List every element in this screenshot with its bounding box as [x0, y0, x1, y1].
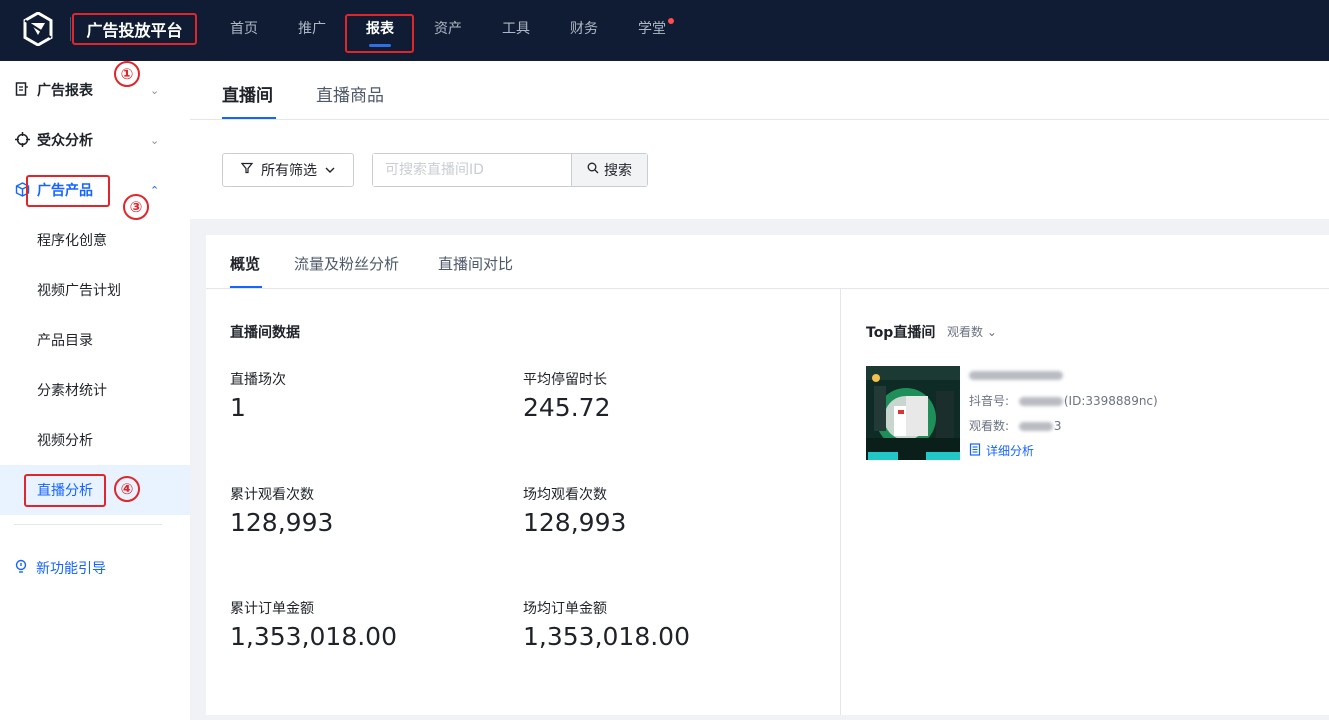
top-navigation-bar: 广告投放平台 首页 推广 报表 资产 工具 财务 学堂 [0, 0, 1329, 61]
nav-promotion[interactable]: 推广 [298, 19, 326, 39]
chevron-down-icon [325, 162, 335, 178]
search-bar: 搜索 [372, 153, 648, 187]
document-icon [969, 442, 981, 459]
sidebar-group-ad-reports[interactable]: 广告报表 ⌄ [0, 75, 190, 105]
sidebar: 广告报表 ⌄ 受众分析 ⌄ 广告产品 ⌃ 程序化创意 视频广告计划 产品目录 分… [0, 61, 190, 720]
sort-dropdown[interactable]: 观看数 ⌄ [947, 323, 997, 340]
platform-logo-icon[interactable] [22, 12, 54, 46]
chevron-up-icon: ⌃ [150, 183, 160, 197]
tab-live-room[interactable]: 直播间 [222, 81, 273, 106]
filter-icon [240, 162, 254, 178]
metric-value: 1,353,018.00 [523, 622, 690, 651]
sidebar-group-audience[interactable]: 受众分析 ⌄ [0, 125, 190, 155]
metric-label: 累计观看次数 [230, 487, 314, 503]
nav-finance[interactable]: 财务 [570, 19, 598, 39]
live-room-thumbnail[interactable] [866, 366, 960, 460]
detail-analysis-link[interactable]: 详细分析 [969, 442, 1034, 459]
sidebar-item-programmatic-creative[interactable]: 程序化创意 [0, 215, 190, 265]
tab-overview[interactable]: 概览 [230, 253, 260, 274]
annotation-box-ad-products [26, 175, 110, 207]
metric-label: 直播场次 [230, 372, 286, 388]
metric-label: 累计订单金额 [230, 601, 314, 617]
search-button-label: 搜索 [604, 163, 632, 179]
tab-room-compare[interactable]: 直播间对比 [438, 253, 513, 274]
crosshair-icon [14, 132, 30, 148]
card-divider [206, 288, 1329, 289]
sidebar-item-video-analysis[interactable]: 视频分析 [0, 415, 190, 465]
chevron-down-icon: ⌄ [150, 133, 160, 147]
new-feature-guide-link[interactable]: 新功能引导 [14, 558, 106, 578]
sidebar-item-video-ad-plan[interactable]: 视频广告计划 [0, 265, 190, 315]
metric-value: 128,993 [523, 508, 627, 537]
sidebar-divider [14, 524, 162, 525]
report-icon [14, 82, 30, 98]
sidebar-item-material-stats[interactable]: 分素材统计 [0, 365, 190, 415]
sidebar-item-product-catalog[interactable]: 产品目录 [0, 315, 190, 365]
douyin-id-line: 抖音号: (ID:3398889nc) [969, 392, 1158, 409]
nav-academy[interactable]: 学堂 [638, 19, 666, 39]
search-icon [587, 162, 599, 178]
nav-tools[interactable]: 工具 [502, 19, 530, 39]
live-overview-card: 概览 流量及粉丝分析 直播间对比 直播间数据 直播场次 1 平均停留时长 245… [206, 235, 1329, 715]
guide-label: 新功能引导 [36, 561, 106, 577]
douyin-id-value: (ID:3398889nc) [1063, 394, 1158, 408]
platform-title[interactable]: 广告投放平台 [72, 13, 197, 45]
sidebar-group-label: 广告报表 [37, 83, 93, 99]
metric-label: 场均观看次数 [523, 487, 607, 503]
annotation-marker-1: ① [114, 61, 140, 87]
view-count-label: 观看数: [969, 419, 1010, 433]
notification-dot [668, 18, 674, 24]
chevron-down-icon: ⌄ [150, 83, 160, 97]
metric-value: 1,353,018.00 [230, 622, 397, 651]
filter-label: 所有筛选 [261, 163, 317, 179]
nav-assets[interactable]: 资产 [434, 19, 462, 39]
all-filters-button[interactable]: 所有筛选 [222, 153, 354, 187]
search-input[interactable] [373, 154, 571, 186]
annotation-box-reports [345, 14, 414, 53]
live-room-name [969, 368, 1063, 383]
annotation-box-live-analysis [24, 474, 106, 507]
tab-traffic-fans[interactable]: 流量及粉丝分析 [294, 253, 399, 274]
search-button[interactable]: 搜索 [571, 154, 647, 186]
metric-value: 1 [230, 393, 246, 422]
view-count-line: 观看数: 3 [969, 417, 1062, 434]
view-count-value: 3 [1053, 419, 1062, 433]
douyin-id-label: 抖音号: [969, 394, 1010, 408]
brand-divider [70, 17, 71, 41]
metric-label: 场均订单金额 [523, 601, 607, 617]
panel-divider [840, 289, 841, 715]
annotation-marker-4: ④ [114, 476, 140, 502]
nav-home[interactable]: 首页 [230, 19, 258, 39]
page-header: 直播间 直播商品 所有筛选 搜索 [190, 61, 1329, 219]
chevron-down-icon: ⌄ [986, 325, 997, 339]
sort-label: 观看数 [947, 325, 984, 339]
detail-link-label: 详细分析 [986, 444, 1035, 458]
tab-live-products[interactable]: 直播商品 [316, 81, 384, 106]
top-live-room-title: Top直播间 [866, 325, 936, 341]
lightbulb-icon [14, 559, 30, 578]
section-title: 直播间数据 [230, 325, 300, 341]
annotation-marker-3: ③ [123, 194, 149, 220]
sidebar-group-label: 受众分析 [37, 133, 93, 149]
metric-value: 245.72 [523, 393, 611, 422]
header-divider [190, 119, 1329, 120]
metric-label: 平均停留时长 [523, 372, 607, 388]
metric-value: 128,993 [230, 508, 334, 537]
